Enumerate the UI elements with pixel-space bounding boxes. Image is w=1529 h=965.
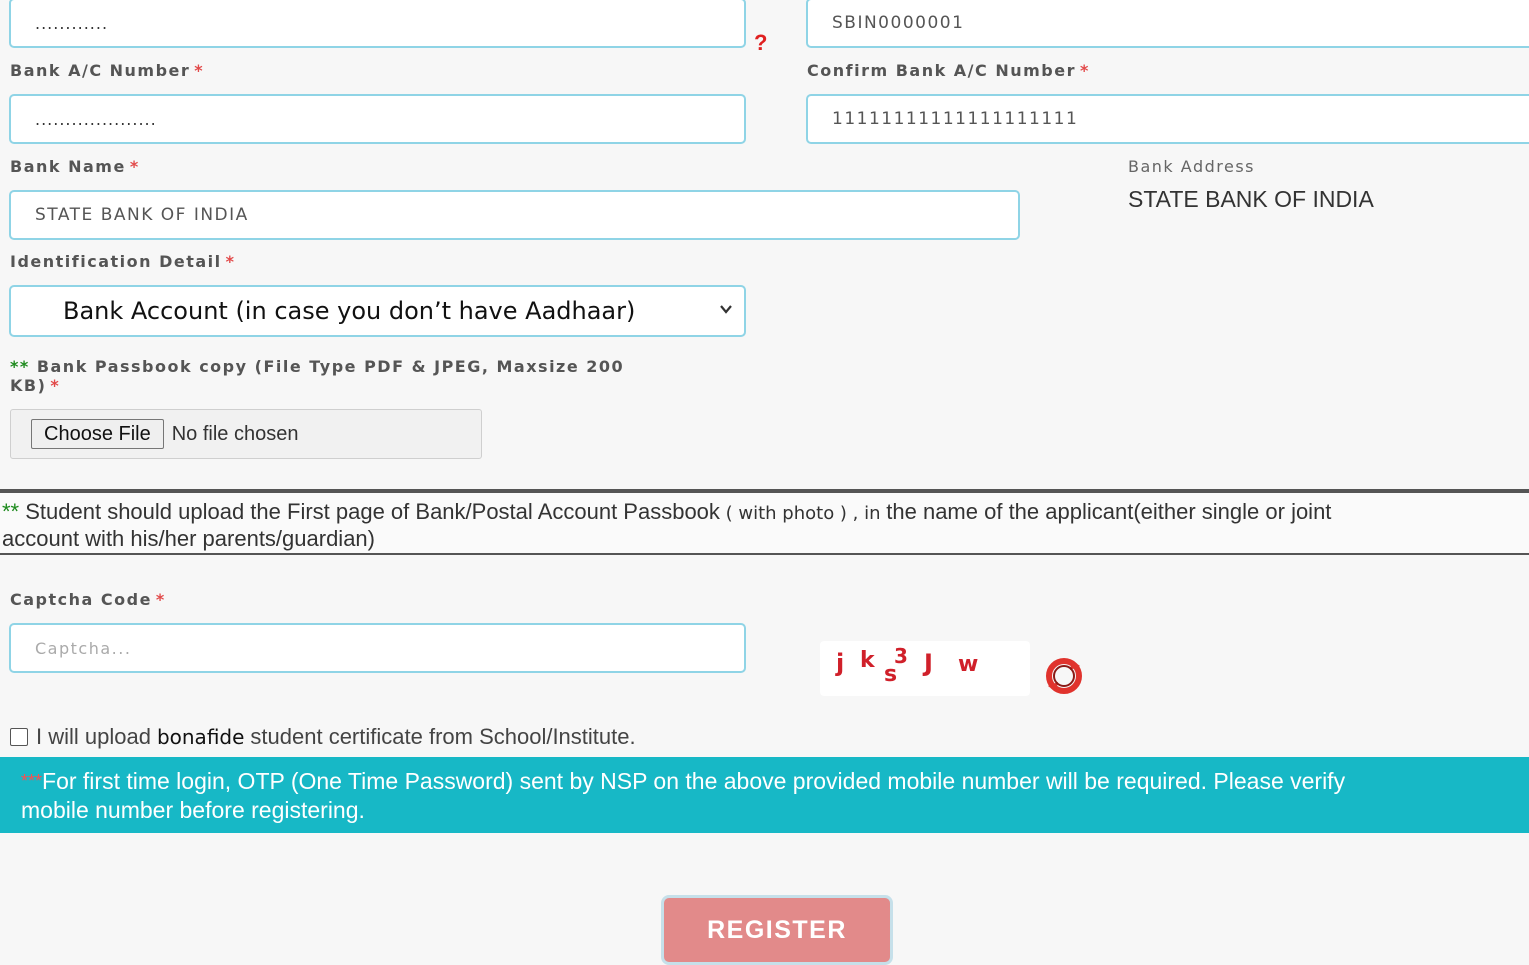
confirm-ac-label: Confirm Bank A/C Number * [807,61,1090,80]
otp-info-banner: ***For first time login, OTP (One Time P… [0,757,1529,833]
certificate-text-b: bonafide [156,725,245,749]
ifsc-value: SBIN0000001 [832,13,965,33]
register-button[interactable]: REGISTER [661,895,893,965]
note-prefix: ** [2,499,20,524]
certificate-text-c: student certificate from School/Institut… [250,724,636,749]
banner-stars: *** [21,771,43,791]
note-text-a: Student should upload the First page of … [19,499,720,524]
captcha-label: Captcha Code * [10,590,166,609]
captcha-placeholder: Captcha... [35,638,132,658]
passbook-note: ** Student should upload the First page … [0,489,1529,555]
choose-file-button[interactable]: Choose File [31,419,164,449]
ifsc-masked-field[interactable]: ............ [9,0,746,48]
svg-text:k: k [860,648,876,673]
ifsc-masked-value: ............ [35,13,109,33]
certificate-text-a: I will upload [36,724,151,749]
refresh-icon[interactable] [1044,656,1084,696]
bank-address-value: STATE BANK OF INDIA [1128,186,1374,212]
help-icon[interactable]: ? [754,30,767,56]
passbook-label: ** Bank Passbook copy (File Type PDF & J… [10,357,625,395]
bank-ac-value: .................... [35,109,157,129]
svg-text:j: j [835,649,844,677]
bank-name-label: Bank Name * [10,157,140,176]
bank-name-input[interactable]: STATE BANK OF INDIA [9,190,1020,240]
bank-ac-label: Bank A/C Number * [10,61,205,80]
captcha-image: j k s 3 J w [820,641,1030,696]
confirm-ac-input[interactable]: 11111111111111111111 [806,94,1529,144]
certificate-checkbox[interactable] [10,728,28,746]
svg-text:J: J [922,649,933,677]
identification-select[interactable]: Bank Account (in case you don’t have Aad… [9,285,746,337]
note-text-c: the name of the applicant(either single … [886,499,1332,524]
note-text-d: account with his/her parents/guardian) [2,526,375,551]
ifsc-field[interactable]: SBIN0000001 [806,0,1529,48]
svg-text:3: 3 [894,644,908,668]
bank-ac-input[interactable]: .................... [9,94,746,144]
no-file-text: No file chosen [171,422,299,445]
confirm-ac-value: 11111111111111111111 [832,109,1079,129]
chevron-down-icon [720,305,732,314]
identification-label: Identification Detail * [10,252,236,271]
banner-line1: For first time login, OTP (One Time Pass… [42,768,1346,794]
bank-name-value: STATE BANK OF INDIA [35,205,249,225]
svg-text:w: w [958,652,978,677]
identification-selected-value: Bank Account (in case you don’t have Aad… [63,297,636,325]
bank-address-label: Bank Address [1128,157,1255,176]
passbook-file-input[interactable]: Choose File No file chosen [10,409,482,459]
captcha-input[interactable]: Captcha... [9,623,746,673]
certificate-row: I will upload bonafide student certifica… [10,724,636,750]
banner-line2: mobile number before registering. [21,797,365,823]
note-text-b: ( with photo ) , in [719,503,887,524]
